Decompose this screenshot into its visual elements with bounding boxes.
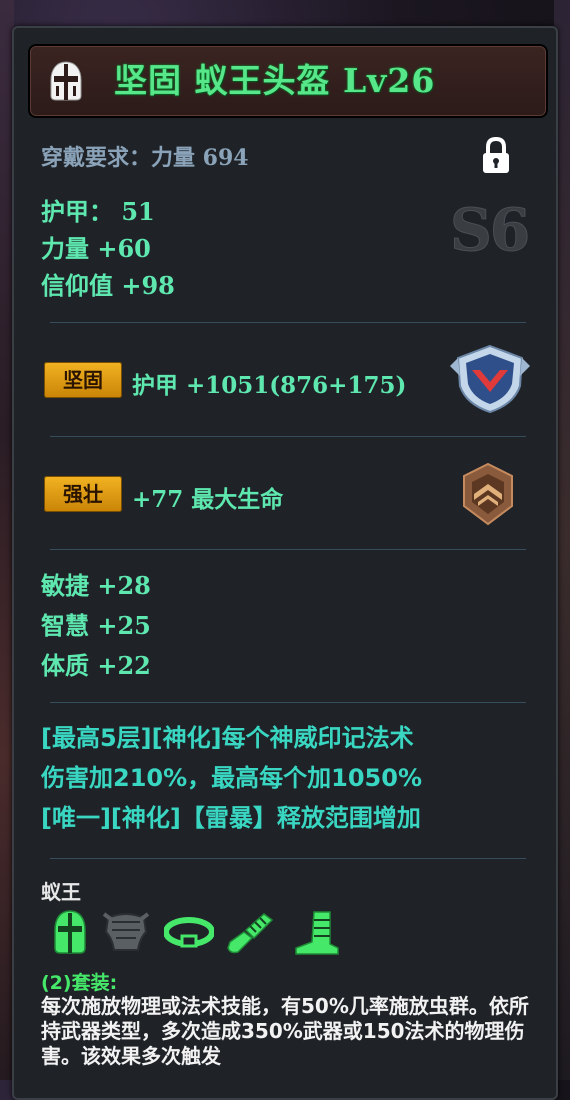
divider bbox=[50, 702, 526, 703]
extra-stat-agility: 敏捷 +28 bbox=[41, 571, 151, 600]
affix-text: +77 最大生命 bbox=[132, 486, 284, 513]
special-line: [最高5层][神化]每个神威印记法术 bbox=[41, 724, 414, 752]
helmet-icon bbox=[50, 61, 82, 101]
shield-rune-icon bbox=[450, 344, 530, 414]
extra-stat-wisdom: 智慧 +25 bbox=[41, 611, 151, 640]
item-tooltip-panel: 坚固 蚁王头盔 Lv26 穿戴要求：力量 694 护甲： 51 力量 +60 信… bbox=[12, 26, 558, 1100]
base-stat-armor: 护甲： 51 bbox=[41, 197, 155, 226]
gauntlet-icon bbox=[227, 913, 274, 954]
item-grade: S6 bbox=[449, 196, 530, 265]
item-title-bar: 坚固 蚁王头盔 Lv26 bbox=[28, 44, 548, 118]
item-title: 坚固 蚁王头盔 Lv26 bbox=[114, 61, 436, 100]
belt-icon bbox=[164, 917, 214, 948]
set-bonus-description: 每次施放物理或法术技能，有50%几率施放虫群。依所持武器类型，多次造成350%武… bbox=[41, 994, 529, 1068]
lock-icon[interactable] bbox=[480, 136, 512, 176]
divider bbox=[50, 549, 526, 550]
boots-icon bbox=[295, 911, 339, 955]
wear-requirement: 穿戴要求：力量 694 bbox=[41, 145, 249, 171]
divider bbox=[50, 858, 526, 859]
helmet-icon bbox=[54, 910, 86, 954]
affix-text: 护甲 +1051(876+175) bbox=[132, 372, 407, 399]
special-line: 伤害加210%，最高每个加1050% bbox=[41, 764, 422, 792]
extra-stat-constitution: 体质 +22 bbox=[41, 651, 151, 680]
shoulder-armor-icon bbox=[102, 912, 150, 951]
bronze-rune-icon bbox=[463, 462, 513, 526]
divider bbox=[50, 436, 526, 437]
set-name: 蚁王 bbox=[41, 880, 81, 904]
affix-badge: 强壮 bbox=[44, 476, 122, 512]
special-line: [唯一][神化]【雷暴】释放范围增加 bbox=[41, 804, 421, 832]
base-stat-faith: 信仰值 +98 bbox=[41, 271, 175, 300]
base-stat-strength: 力量 +60 bbox=[41, 234, 151, 263]
special-effect-text: [最高5层][神化]每个神威印记法术 伤害加210%，最高每个加1050% [唯… bbox=[41, 718, 551, 838]
set-bonus-label: (2)套装: bbox=[41, 972, 118, 994]
affix-badge: 坚固 bbox=[44, 362, 122, 398]
divider bbox=[50, 322, 526, 323]
